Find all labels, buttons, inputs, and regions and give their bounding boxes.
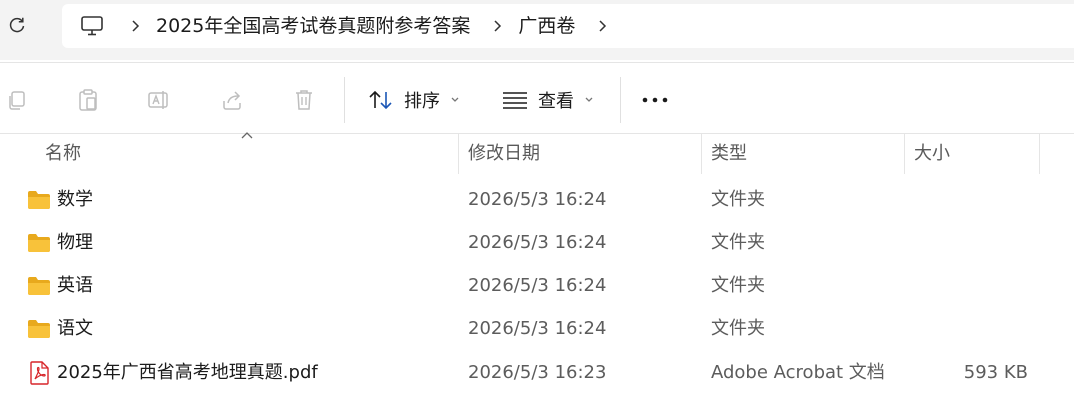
file-modified: 2026/5/3 16:23 [468, 362, 607, 383]
file-modified: 2026/5/3 16:24 [468, 318, 607, 339]
file-type: 文件夹 [711, 232, 765, 253]
file-type: 文件夹 [711, 189, 765, 210]
file-type: 文件夹 [711, 318, 765, 339]
more-icon [642, 97, 668, 103]
view-list-icon [503, 92, 527, 109]
sort-button[interactable]: 排序 [368, 79, 460, 121]
folder-icon [28, 191, 50, 209]
paste-icon [79, 89, 97, 111]
column-header-modified[interactable]: 修改日期 [468, 134, 540, 174]
breadcrumb-root[interactable] [70, 4, 114, 48]
share-button[interactable] [219, 87, 245, 113]
breadcrumb: 2025年全国高考试卷真题附参考答案 广西卷 [62, 4, 1074, 48]
computer-icon [81, 16, 103, 36]
file-modified: 2026/5/3 16:24 [468, 275, 607, 296]
chevron-down-icon [451, 97, 459, 102]
list-item[interactable]: 2025年广西省高考地理真题.pdf 2026/5/3 16:23 Adobe … [0, 353, 1074, 393]
file-modified: 2026/5/3 16:24 [468, 232, 607, 253]
column-resize-handle[interactable] [904, 134, 905, 174]
column-resize-handle[interactable] [701, 134, 702, 174]
list-item[interactable]: 物理 2026/5/3 16:24 文件夹 [0, 223, 1074, 263]
chevron-down-icon [585, 97, 593, 102]
column-header-row: 名称 修改日期 类型 大小 [0, 134, 1074, 174]
address-bar: 2025年全国高考试卷真题附参考答案 广西卷 [0, 0, 1074, 60]
view-button[interactable]: 查看 [502, 79, 594, 121]
breadcrumb-separator[interactable] [114, 4, 156, 48]
pdf-icon [30, 361, 49, 385]
file-name: 英语 [57, 275, 93, 296]
rename-button[interactable] [146, 87, 172, 113]
file-name: 2025年广西省高考地理真题.pdf [57, 362, 318, 383]
file-name: 语文 [57, 318, 93, 339]
chevron-right-icon [132, 20, 140, 32]
sort-icon [369, 90, 392, 110]
share-icon [223, 91, 241, 110]
list-item[interactable]: 语文 2026/5/3 16:24 文件夹 [0, 309, 1074, 349]
command-bar: 排序 查看 [0, 62, 1074, 134]
breadcrumb-separator[interactable] [476, 4, 518, 48]
breadcrumb-item-exam-papers[interactable]: 2025年全国高考试卷真题附参考答案 [156, 4, 470, 48]
file-modified: 2026/5/3 16:24 [468, 189, 607, 210]
copy-button[interactable] [4, 87, 30, 113]
delete-icon [296, 90, 312, 110]
file-size: 593 KB [963, 362, 1028, 383]
paste-button[interactable] [75, 87, 101, 113]
list-item[interactable]: 英语 2026/5/3 16:24 文件夹 [0, 266, 1074, 306]
list-item[interactable]: 数学 2026/5/3 16:24 文件夹 [0, 180, 1074, 220]
column-header-size[interactable]: 大小 [914, 134, 950, 174]
copy-icon [9, 91, 25, 110]
column-header-name[interactable]: 名称 [45, 134, 81, 174]
file-type: Adobe Acrobat 文档 [711, 362, 885, 383]
chevron-right-icon [599, 20, 607, 32]
delete-button[interactable] [291, 87, 317, 113]
breadcrumb-separator[interactable] [581, 4, 623, 48]
sort-label: 排序 [404, 91, 440, 112]
view-label: 查看 [538, 91, 574, 112]
column-header-type[interactable]: 类型 [711, 134, 747, 174]
folder-icon [28, 234, 50, 252]
file-name: 数学 [57, 189, 93, 210]
file-type: 文件夹 [711, 275, 765, 296]
refresh-icon [9, 17, 25, 33]
file-name: 物理 [57, 232, 93, 253]
column-resize-handle[interactable] [458, 134, 459, 174]
rename-icon [148, 91, 168, 109]
folder-icon [28, 277, 50, 295]
more-options-button[interactable] [640, 79, 670, 121]
toolbar-divider [344, 77, 345, 123]
chevron-right-icon [494, 20, 502, 32]
folder-icon [28, 320, 50, 338]
column-resize-handle[interactable] [1039, 134, 1040, 174]
refresh-button[interactable] [4, 12, 30, 38]
breadcrumb-item-guangxi[interactable]: 广西卷 [518, 4, 575, 48]
toolbar-divider [620, 77, 621, 123]
